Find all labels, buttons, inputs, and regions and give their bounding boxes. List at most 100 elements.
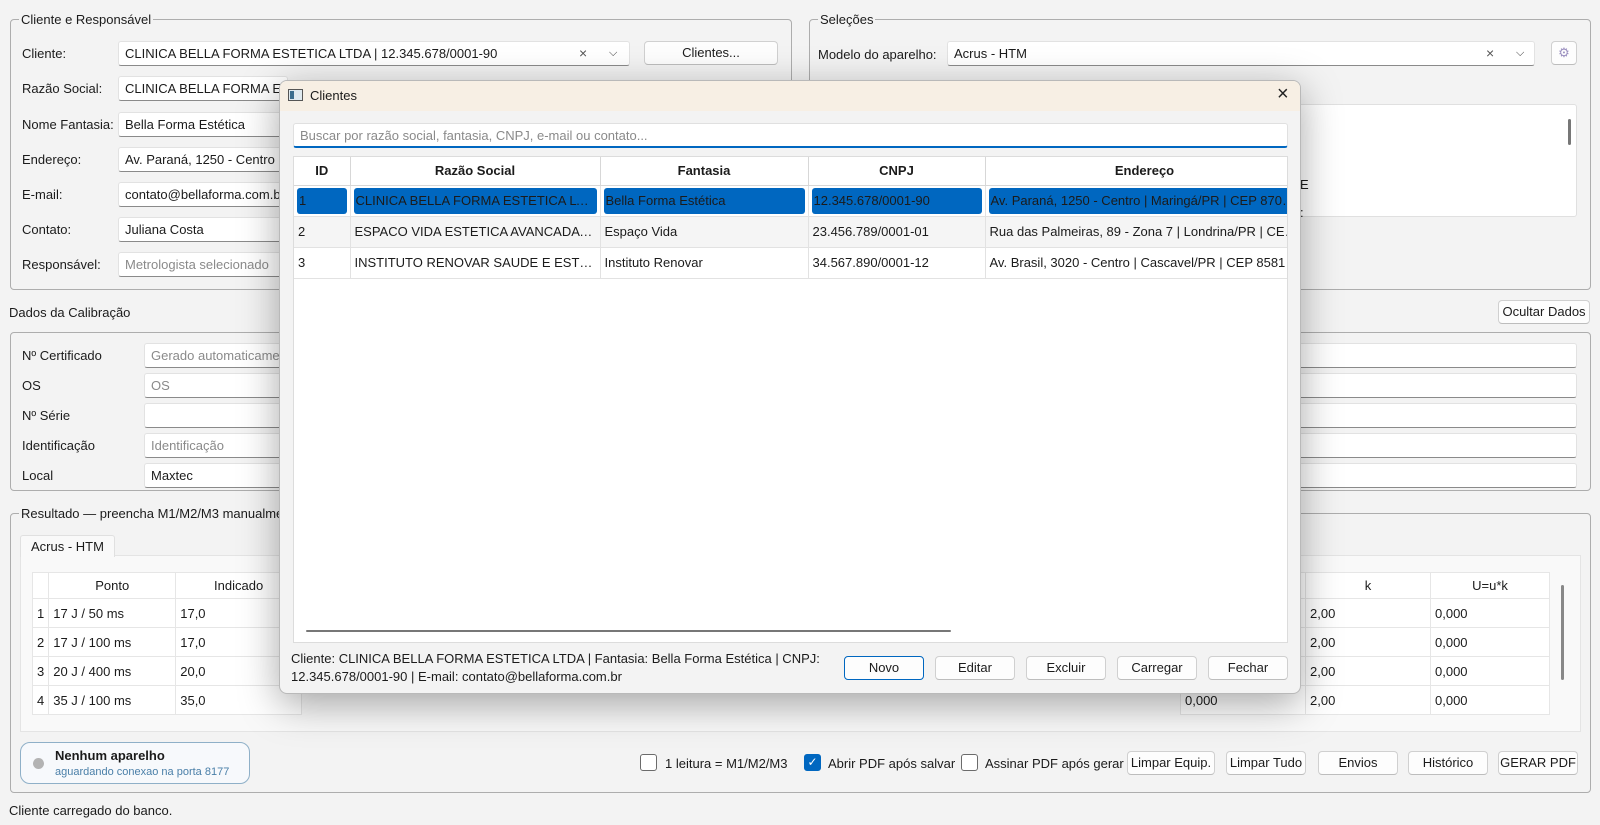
cell-fantasia[interactable]: Espaço Vida xyxy=(600,216,809,248)
responsavel-field[interactable]: Metrologista selecionado xyxy=(118,252,288,277)
row-number-header xyxy=(31,572,50,599)
col-header-cnpj[interactable]: CNPJ xyxy=(808,157,986,186)
envios-button[interactable]: Envios xyxy=(1318,751,1398,775)
resultado-scrollbar[interactable] xyxy=(1561,585,1564,680)
os-field-right[interactable] xyxy=(1295,373,1577,398)
table-row[interactable]: 1 CLINICA BELLA FORMA ESTETICA LTDA Bell… xyxy=(294,185,1287,217)
identificacao-field[interactable]: Identificação xyxy=(144,433,288,458)
serie-field[interactable] xyxy=(144,403,288,428)
email-label: E-mail: xyxy=(22,187,63,202)
col-header-fantasia[interactable]: Fantasia xyxy=(600,157,809,186)
excluir-button[interactable]: Excluir xyxy=(1026,656,1106,680)
local-field-right[interactable] xyxy=(1295,463,1577,488)
identificacao-label: Identificação xyxy=(22,438,95,453)
settings-button[interactable]: ⚙ xyxy=(1551,41,1577,65)
contato-field[interactable]: Juliana Costa xyxy=(118,217,288,242)
fantasia-label: Nome Fantasia: xyxy=(22,117,114,132)
device-status-title: Nenhum aparelho xyxy=(55,748,165,763)
cell-razao: CLINICA BELLA FORMA ESTETICA LTDA xyxy=(353,187,597,214)
modelo-combo[interactable]: Acrus - HTM × ⌵ xyxy=(947,41,1535,66)
selecoes-panel: E : xyxy=(1295,104,1577,220)
abrir-pdf-checkbox[interactable]: ✓ xyxy=(804,754,821,771)
panel-scrollbar[interactable] xyxy=(1568,119,1571,145)
chevron-down-icon[interactable]: ⌵ xyxy=(609,42,617,65)
table-row[interactable]: 3 INSTITUTO RENOVAR SAUDE E ESTETICA ...… xyxy=(294,247,1287,279)
chevron-down-icon[interactable]: ⌵ xyxy=(1516,42,1524,65)
k-cell[interactable]: 2,00 xyxy=(1305,656,1431,686)
certificado-field-right[interactable] xyxy=(1295,343,1577,368)
cliente-label: Cliente: xyxy=(22,46,67,61)
col-header-endereco[interactable]: Endereço xyxy=(985,157,1287,186)
editar-button[interactable]: Editar xyxy=(935,656,1015,680)
cliente-combo[interactable]: CLINICA BELLA FORMA ESTETICA LTDA | 12.3… xyxy=(118,41,630,66)
u-cell[interactable]: 0,000 xyxy=(1430,627,1550,657)
device-status: Nenhum aparelho aguardando conexao na po… xyxy=(20,742,250,784)
razao-label: Razão Social: xyxy=(22,81,103,96)
endereco-field[interactable]: Av. Paraná, 1250 - Centro | M xyxy=(118,147,288,172)
cell-razao[interactable]: ESPACO VIDA ESTETICA AVANCADA LTDA xyxy=(350,216,601,248)
col-header-razao[interactable]: Razão Social xyxy=(350,157,601,186)
clear-icon[interactable]: × xyxy=(579,42,587,65)
ocultar-dados-button[interactable]: Ocultar Dados xyxy=(1498,300,1590,324)
ponto-cell[interactable]: 17 J / 50 ms xyxy=(48,598,177,628)
fechar-button[interactable]: Fechar xyxy=(1208,656,1288,680)
cell-id[interactable]: 2 xyxy=(294,216,351,248)
ponto-cell[interactable]: 35 J / 100 ms xyxy=(48,685,177,715)
row-number: 3 xyxy=(31,656,50,686)
endereco-label: Endereço: xyxy=(22,152,82,167)
novo-button[interactable]: Novo xyxy=(844,656,924,680)
cell-id[interactable]: 3 xyxy=(294,247,351,279)
table-row[interactable]: 2 ESPACO VIDA ESTETICA AVANCADA LTDA Esp… xyxy=(294,216,1287,248)
fantasia-field[interactable]: Bella Forma Estética xyxy=(118,112,288,137)
cliente-group-legend: Cliente e Responsável xyxy=(21,12,152,27)
historico-button[interactable]: Histórico xyxy=(1408,751,1488,775)
k-cell[interactable]: 2,00 xyxy=(1305,627,1431,657)
modelo-combo-value: Acrus - HTM xyxy=(954,46,1027,61)
ponto-cell[interactable]: 20 J / 400 ms xyxy=(48,656,177,686)
col-header-id[interactable]: ID xyxy=(294,157,351,186)
email-field[interactable]: contato@bellaforma.com.br xyxy=(118,182,288,207)
row-number: 2 xyxy=(31,627,50,657)
razao-field[interactable]: CLINICA BELLA FORMA ESTE xyxy=(118,76,288,101)
serie-field-right[interactable] xyxy=(1295,403,1577,428)
assinar-pdf-checkbox[interactable] xyxy=(961,754,978,771)
table-row[interactable]: 3 20 J / 400 ms 20,0 xyxy=(31,656,302,686)
resultado-table-left: Ponto Indicado 1 17 J / 50 ms 17,0 2 17 … xyxy=(31,572,302,715)
cell-endereco[interactable]: Av. Brasil, 3020 - Centro | Cascavel/PR … xyxy=(985,247,1287,279)
leitura-checkbox[interactable] xyxy=(640,754,657,771)
table-row[interactable]: 2 17 J / 100 ms 17,0 xyxy=(31,627,302,657)
cell-endereco[interactable]: Rua das Palmeiras, 89 - Zona 7 | Londrin… xyxy=(985,216,1287,248)
local-field[interactable]: Maxtec xyxy=(144,463,288,488)
gerar-pdf-button[interactable]: GERAR PDF xyxy=(1498,751,1578,775)
u-cell[interactable]: 0,000 xyxy=(1430,656,1550,686)
grid-horizontal-scrollbar[interactable] xyxy=(306,630,951,632)
clientes-button[interactable]: Clientes... xyxy=(644,41,778,65)
cell-razao[interactable]: INSTITUTO RENOVAR SAUDE E ESTETICA ... xyxy=(350,247,601,279)
cell-fantasia[interactable]: Instituto Renovar xyxy=(600,247,809,279)
cell-cnpj[interactable]: 34.567.890/0001-12 xyxy=(808,247,986,279)
table-row[interactable]: 4 35 J / 100 ms 35,0 xyxy=(31,685,302,715)
u-cell[interactable]: 0,000 xyxy=(1430,598,1550,628)
carregar-button[interactable]: Carregar xyxy=(1117,656,1197,680)
identificacao-field-right[interactable] xyxy=(1295,433,1577,458)
close-icon[interactable]: × xyxy=(1277,83,1289,106)
ponto-cell[interactable]: 17 J / 100 ms xyxy=(48,627,177,657)
clear-icon[interactable]: × xyxy=(1486,42,1494,65)
table-row[interactable]: 1 17 J / 50 ms 17,0 xyxy=(31,598,302,628)
k-header: k xyxy=(1305,572,1431,599)
u-cell[interactable]: 0,000 xyxy=(1430,685,1550,715)
u-header: U=u*k xyxy=(1430,572,1550,599)
limpar-tudo-button[interactable]: Limpar Tudo xyxy=(1226,751,1306,775)
tab-acrus-htm[interactable]: Acrus - HTM xyxy=(20,535,115,557)
limpar-equip-button[interactable]: Limpar Equip. xyxy=(1127,751,1215,775)
os-field[interactable]: OS xyxy=(144,373,288,398)
k-cell[interactable]: 2,00 xyxy=(1305,685,1431,715)
certificado-label: Nº Certificado xyxy=(22,348,102,363)
device-status-subtitle: aguardando conexao na porta 8177 xyxy=(55,766,230,778)
k-cell[interactable]: 2,00 xyxy=(1305,598,1431,628)
search-input[interactable]: Buscar por razão social, fantasia, CNPJ,… xyxy=(293,123,1288,148)
certificado-field[interactable]: Gerado automaticamen xyxy=(144,343,288,368)
dialog-titlebar: Clientes × xyxy=(280,81,1300,111)
cell-cnpj[interactable]: 23.456.789/0001-01 xyxy=(808,216,986,248)
os-label: OS xyxy=(22,378,41,393)
